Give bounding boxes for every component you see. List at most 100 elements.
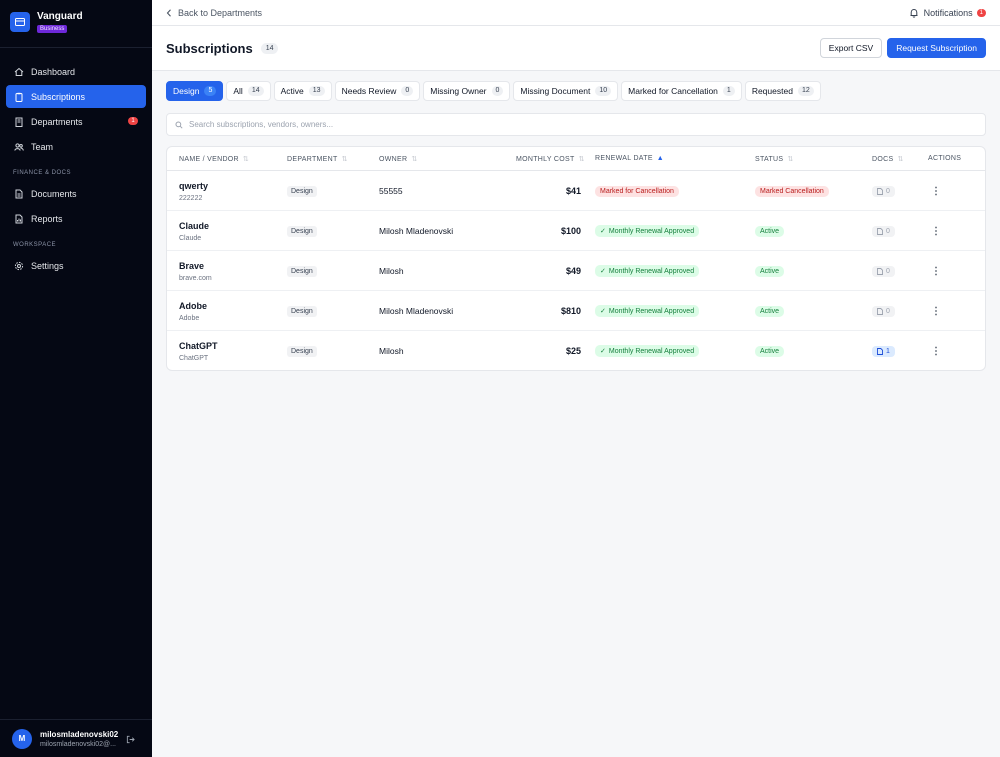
column-label: DOCS (872, 155, 894, 163)
docs-count: 0 (886, 307, 890, 315)
table-row[interactable]: ChatGPT ChatGPT Design Milosh $25 ✓ Monthly Re… (167, 331, 985, 370)
filter-missing-document[interactable]: Missing Document 10 (513, 81, 619, 101)
column-label: MONTHLY COST (516, 155, 575, 163)
filter-label: Needs Review (341, 86, 397, 96)
docs-cell: 0 (872, 251, 895, 291)
filter-requested[interactable]: Requested 12 (744, 81, 821, 101)
column-label: RENEWAL DATE (595, 155, 653, 162)
sidebar-item-label: Departments (31, 116, 83, 127)
home-icon (14, 67, 24, 77)
docs-count-badge[interactable]: 0 (872, 185, 895, 197)
renewal-cell: ✓ Monthly Renewal Approved (595, 251, 700, 291)
sort-icon: ⇅ (341, 156, 348, 163)
filter-marked-for-cancellation[interactable]: Marked for Cancellation 1 (621, 81, 742, 101)
sidebar-item-documents[interactable]: Documents (6, 182, 146, 205)
filter-active[interactable]: Active 13 (273, 81, 332, 101)
vendor-name: 222222 (179, 194, 203, 202)
column-monthly-cost[interactable]: MONTHLY COST ⇅ (516, 155, 585, 164)
search-input[interactable] (189, 120, 889, 129)
subscription-name[interactable]: Brave (179, 261, 204, 271)
filter-count: 13 (308, 86, 325, 96)
more-actions-icon[interactable]: ⋮ (931, 226, 941, 237)
docs-count-badge[interactable]: 1 (872, 345, 895, 357)
user-profile[interactable]: M milosmladenovski02 milosmladenovski02@… (0, 719, 152, 757)
avatar: M (12, 728, 32, 749)
filter-all[interactable]: All 14 (226, 81, 271, 101)
sidebar-item-label: Subscriptions (31, 91, 86, 102)
chart-icon (14, 214, 24, 224)
department-tag: Design (287, 265, 317, 277)
subscription-name[interactable]: ChatGPT (179, 341, 218, 351)
table-row[interactable]: Brave brave.com Design Milosh $49 ✓ Monthly Re… (167, 251, 985, 291)
notifications-label: Notifications (923, 7, 973, 18)
filter-needs-review[interactable]: Needs Review 0 (334, 81, 421, 101)
subscription-name[interactable]: qwerty (179, 181, 208, 191)
section-finance-docs: FINANCE & DOCS (13, 170, 72, 176)
column-department[interactable]: DEPARTMENT ⇅ (287, 155, 348, 164)
notifications-button[interactable]: Notifications 1 (909, 8, 986, 18)
docs-count: 0 (886, 187, 890, 195)
name-cell: Claude Claude (179, 211, 209, 251)
owner-name: 55555 (379, 186, 403, 196)
docs-count-badge[interactable]: 0 (872, 265, 895, 277)
sidebar-item-dashboard[interactable]: Dashboard (6, 60, 146, 83)
docs-count: 1 (886, 347, 890, 355)
owner-name: Milosh (379, 346, 404, 356)
renewal-label: Monthly Renewal Approved (608, 227, 695, 235)
back-to-departments-link[interactable]: Back to Departments (166, 8, 262, 18)
export-csv-button[interactable]: Export CSV (819, 38, 883, 58)
more-actions-icon[interactable]: ⋮ (931, 186, 941, 197)
docs-count-badge[interactable]: 0 (872, 225, 895, 237)
filter-missing-owner[interactable]: Missing Owner 0 (423, 81, 511, 101)
check-icon: ✓ (600, 308, 606, 315)
sidebar-item-reports[interactable]: Reports (6, 207, 146, 230)
column-name-vendor[interactable]: NAME / VENDOR ⇅ (179, 155, 249, 164)
plan-badge: Business (37, 25, 68, 33)
subscription-name[interactable]: Adobe (179, 301, 207, 311)
table-row[interactable]: Claude Claude Design Milosh Mladenovski $100… (167, 211, 985, 251)
name-cell: Brave brave.com (179, 251, 212, 291)
users-icon (14, 142, 24, 152)
sidebar-item-departments[interactable]: Departments 1 (6, 110, 146, 133)
owner-cell: Milosh Mladenovski (379, 211, 453, 251)
more-actions-icon[interactable]: ⋮ (931, 266, 941, 277)
sidebar-item-subscriptions[interactable]: Subscriptions (6, 85, 146, 108)
status-badge: Active (755, 345, 785, 357)
cost-cell: $25 (507, 331, 581, 370)
column-docs[interactable]: DOCS ⇅ (872, 155, 904, 164)
departments-badge: 1 (128, 117, 138, 125)
logout-icon[interactable] (126, 735, 135, 746)
more-actions-icon[interactable]: ⋮ (931, 346, 941, 357)
sidebar-item-team[interactable]: Team (6, 135, 146, 158)
more-actions-icon[interactable]: ⋮ (931, 306, 941, 317)
request-subscription-button[interactable]: Request Subscription (887, 38, 986, 58)
sort-ascending-icon: ▲ (656, 155, 665, 162)
owner-cell: Milosh Mladenovski (379, 291, 453, 331)
table-row[interactable]: qwerty 222222 Design 55555 $41 Marked for Can… (167, 171, 985, 211)
table-row[interactable]: Adobe Adobe Design Milosh Mladenovski $810 ✓ M… (167, 291, 985, 331)
bell-icon (910, 8, 918, 18)
check-icon: ✓ (600, 268, 606, 275)
status-cell: Active (755, 331, 785, 370)
building-icon (14, 117, 24, 127)
subscriptions-table: NAME / VENDOR ⇅ DEPARTMENT ⇅ OWNER ⇅ MONTHL… (166, 146, 986, 371)
filter-design[interactable]: Design 5 (166, 81, 224, 101)
department-tag: Design (287, 225, 317, 237)
check-icon: ✓ (600, 228, 606, 235)
docs-count: 0 (886, 227, 890, 235)
renewal-badge: ✓ Monthly Renewal Approved (595, 265, 700, 277)
column-label: NAME / VENDOR (179, 155, 239, 163)
owner-name: Milosh Mladenovski (379, 306, 454, 316)
docs-cell: 0 (872, 171, 895, 211)
column-status[interactable]: STATUS ⇅ (755, 155, 794, 164)
cost-cell: $49 (507, 251, 581, 291)
sidebar: Vanguard Business Dashboard Subscription… (0, 0, 152, 757)
sidebar-item-label: Team (31, 141, 54, 152)
docs-count-badge[interactable]: 0 (872, 305, 895, 317)
column-owner[interactable]: OWNER ⇅ (379, 155, 418, 164)
subscription-name[interactable]: Claude (179, 221, 209, 231)
column-renewal-date[interactable]: RENEWAL DATE ▲ (595, 155, 664, 162)
renewal-cell: Marked for Cancellation (595, 171, 679, 211)
sidebar-item-settings[interactable]: Settings (6, 254, 146, 277)
filter-label: Missing Owner (430, 86, 487, 96)
